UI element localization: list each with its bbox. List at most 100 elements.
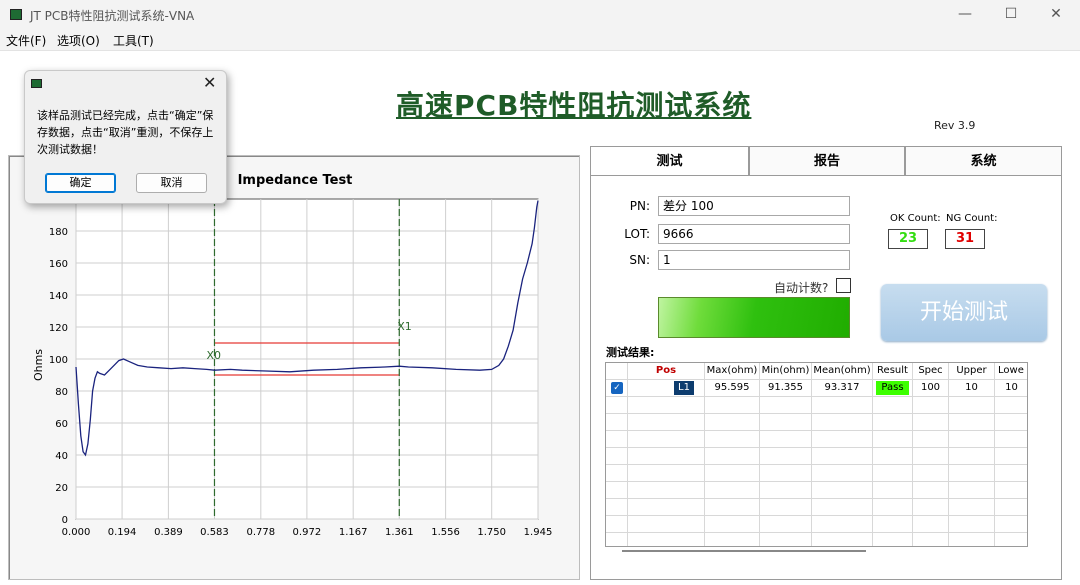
row-checkbox[interactable]: ✓ bbox=[611, 382, 623, 394]
y-tick-label: 100 bbox=[49, 355, 68, 366]
menu-options[interactable]: 选项(O) bbox=[57, 32, 100, 49]
y-tick-label: 80 bbox=[55, 387, 68, 398]
x-tick-label: 0.778 bbox=[246, 527, 275, 538]
results-label: 测试结果: bbox=[606, 346, 655, 359]
empty-cell bbox=[705, 414, 760, 431]
title-bar: JT PCB特性阻抗测试系统-VNA — ☐ ✕ bbox=[0, 0, 1080, 29]
empty-cell bbox=[760, 533, 812, 546]
maximize-button[interactable]: ☐ bbox=[988, 0, 1034, 29]
empty-cell bbox=[628, 533, 705, 546]
dialog-message: 该样品测试已经完成，点击“确定”保存数据，点击“取消”重测，不保存上次测试数据！ bbox=[37, 109, 214, 156]
x-tick-label: 1.361 bbox=[385, 527, 414, 538]
empty-cell bbox=[995, 465, 1027, 482]
y-tick-label: 60 bbox=[55, 419, 68, 430]
empty-cell bbox=[873, 465, 913, 482]
empty-cell bbox=[705, 448, 760, 465]
x-tick-label: 1.750 bbox=[477, 527, 506, 538]
empty-cell bbox=[995, 533, 1027, 546]
tab-test[interactable]: 测试 bbox=[590, 146, 749, 176]
lot-label: LOT: bbox=[624, 227, 650, 241]
row-select-cell[interactable]: ✓ bbox=[606, 380, 628, 397]
empty-row bbox=[606, 448, 1027, 465]
lot-field[interactable]: 9666 bbox=[658, 224, 850, 244]
empty-cell bbox=[913, 482, 949, 499]
dialog-ok-button[interactable]: 确定 bbox=[45, 173, 116, 193]
header-pos: Pos bbox=[628, 363, 705, 380]
empty-cell bbox=[995, 397, 1027, 414]
empty-cell bbox=[995, 448, 1027, 465]
empty-cell bbox=[760, 482, 812, 499]
empty-cell bbox=[873, 431, 913, 448]
dialog-app-icon bbox=[31, 79, 42, 88]
dialog-cancel-button[interactable]: 取消 bbox=[136, 173, 207, 193]
menu-file[interactable]: 文件(F) bbox=[6, 32, 46, 49]
empty-cell bbox=[949, 499, 995, 516]
empty-row bbox=[606, 397, 1027, 414]
empty-row bbox=[606, 431, 1027, 448]
version-label: Rev 3.9 bbox=[934, 119, 976, 132]
auto-count-label: 自动计数? bbox=[774, 281, 829, 295]
spec-cell: 100 bbox=[913, 380, 949, 397]
auto-count-checkbox[interactable] bbox=[836, 278, 851, 293]
y-tick-label: 180 bbox=[49, 227, 68, 238]
empty-cell bbox=[873, 516, 913, 533]
tab-report[interactable]: 报告 bbox=[749, 146, 905, 176]
sn-field[interactable]: 1 bbox=[658, 250, 850, 270]
empty-cell bbox=[913, 431, 949, 448]
empty-cell bbox=[812, 431, 873, 448]
x-tick-label: 0.583 bbox=[200, 527, 229, 538]
pos-badge: L1 bbox=[674, 381, 694, 395]
empty-cell bbox=[760, 499, 812, 516]
empty-cell bbox=[628, 482, 705, 499]
header-select bbox=[606, 363, 628, 380]
x-tick-label: 0.972 bbox=[293, 527, 322, 538]
tab-bar: 测试 报告 系统 bbox=[590, 146, 1062, 176]
empty-cell bbox=[705, 482, 760, 499]
empty-cell bbox=[913, 499, 949, 516]
empty-cell bbox=[705, 397, 760, 414]
status-indicator bbox=[658, 297, 850, 338]
y-tick-label: 120 bbox=[49, 323, 68, 334]
empty-row bbox=[606, 516, 1027, 533]
empty-cell bbox=[705, 533, 760, 546]
empty-cell bbox=[812, 516, 873, 533]
empty-cell bbox=[949, 397, 995, 414]
x-tick-label: 0.000 bbox=[62, 527, 91, 538]
empty-cell bbox=[913, 414, 949, 431]
header-lower: Lowe bbox=[995, 363, 1027, 380]
y-tick-label: 0 bbox=[62, 515, 68, 526]
empty-cell bbox=[760, 397, 812, 414]
empty-cell bbox=[873, 499, 913, 516]
mean-cell: 93.317 bbox=[812, 380, 873, 397]
empty-cell bbox=[913, 448, 949, 465]
dialog-close-button[interactable]: ✕ bbox=[203, 73, 216, 92]
empty-cell bbox=[628, 448, 705, 465]
page-title: 高速PCB特性阻抗测试系统 bbox=[396, 89, 752, 122]
empty-cell bbox=[606, 516, 628, 533]
empty-cell bbox=[995, 431, 1027, 448]
x-tick-label: 1.945 bbox=[524, 527, 553, 538]
table-row[interactable]: ✓ L1 95.595 91.355 93.317 Pass 100 10 10 bbox=[606, 380, 1027, 397]
x-tick-label: 1.167 bbox=[339, 527, 368, 538]
result-cell: Pass bbox=[873, 380, 913, 397]
y-tick-label: 160 bbox=[49, 259, 68, 270]
empty-cell bbox=[705, 431, 760, 448]
empty-cell bbox=[913, 533, 949, 546]
header-mean: Mean(ohm) bbox=[812, 363, 873, 380]
empty-cell bbox=[812, 482, 873, 499]
horizontal-scrollbar[interactable] bbox=[622, 550, 866, 552]
empty-cell bbox=[606, 482, 628, 499]
start-test-button[interactable]: 开始测试 bbox=[881, 284, 1047, 341]
results-grid[interactable]: Pos Max(ohm) Min(ohm) Mean(ohm) Result S… bbox=[605, 362, 1028, 547]
ng-count-value: 31 bbox=[945, 229, 985, 249]
x-tick-label: 0.389 bbox=[154, 527, 183, 538]
empty-cell bbox=[760, 516, 812, 533]
pn-field[interactable]: 差分 100 bbox=[658, 196, 850, 216]
minimize-button[interactable]: — bbox=[942, 0, 988, 29]
empty-cell bbox=[606, 397, 628, 414]
empty-cell bbox=[812, 533, 873, 546]
menu-tools[interactable]: 工具(T) bbox=[113, 32, 154, 49]
y-tick-label: 20 bbox=[55, 483, 68, 494]
tab-system[interactable]: 系统 bbox=[905, 146, 1062, 176]
close-button[interactable]: ✕ bbox=[1033, 0, 1079, 29]
